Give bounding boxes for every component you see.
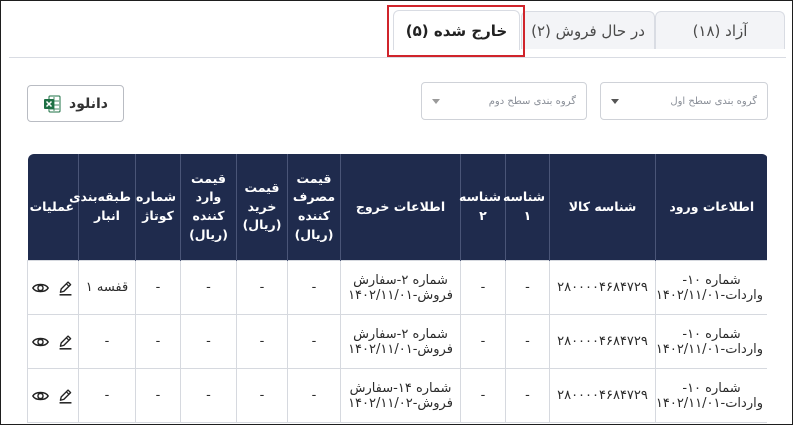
table-row: شماره ۱۰-واردات-۱۴۰۲/۱۱/۰۱ ۲۸۰۰۰۰۴۶۸۴۷۲۹…	[27, 260, 767, 315]
purchase-price: -	[236, 260, 288, 315]
active-tab-highlight	[387, 5, 525, 57]
caret-down-icon	[432, 98, 440, 104]
id1: -	[505, 260, 550, 315]
table-header-row: اطلاعات ورود شناسه کالا شناسه ۱ شناسه ۲ …	[27, 154, 767, 261]
group-level2-select[interactable]: گروه بندی سطح دوم	[421, 82, 587, 120]
inventory-table: اطلاعات ورود شناسه کالا شناسه ۱ شناسه ۲ …	[27, 154, 767, 424]
purchase-price: -	[236, 314, 288, 369]
col-header: طبقه‌بندی انبار	[69, 154, 136, 261]
tab-divider	[9, 57, 786, 58]
col-header: اطلاعات ورود	[655, 154, 767, 261]
col-header: شناسه ۱	[503, 154, 550, 261]
tab-free[interactable]: آزاد (۱۸)	[655, 11, 785, 49]
exit-info: شماره ۲-سفارش فروش-۱۴۰۲/۱۱/۰۱	[340, 260, 461, 315]
operations	[27, 368, 79, 423]
group-level1-placeholder: گروه بندی سطح اول	[670, 95, 757, 107]
table-row: شماره ۱۰-واردات-۱۴۰۲/۱۱/۰۱ ۲۸۰۰۰۰۴۶۸۴۷۲۹…	[27, 368, 767, 423]
entry-info: شماره ۱۰-واردات-۱۴۰۲/۱۱/۰۱	[655, 260, 767, 315]
id2: -	[460, 260, 506, 315]
storage-class: -	[78, 314, 136, 369]
table-row: شماره ۱۰-واردات-۱۴۰۲/۱۱/۰۱ ۲۸۰۰۰۰۴۶۸۴۷۲۹…	[27, 314, 767, 369]
download-button[interactable]: دانلود	[27, 85, 124, 122]
tab-on-sale-label: در حال فروش (۲)	[531, 21, 645, 40]
consumer-price: -	[287, 260, 341, 315]
col-header: شناسه کالا	[549, 154, 656, 261]
importer-price: -	[180, 314, 237, 369]
exit-info: شماره ۲-سفارش فروش-۱۴۰۲/۱۱/۰۱	[340, 314, 461, 369]
tab-on-sale[interactable]: در حال فروش (۲)	[521, 11, 655, 49]
tab-free-label: آزاد (۱۸)	[692, 21, 748, 40]
excel-icon	[44, 95, 61, 112]
download-label: دانلود	[69, 95, 108, 112]
consumer-price: -	[287, 368, 341, 423]
sku: ۲۸۰۰۰۰۴۶۸۴۷۲۹	[549, 314, 656, 369]
col-header: عملیات	[27, 154, 79, 261]
sku: ۲۸۰۰۰۰۴۶۸۴۷۲۹	[549, 260, 656, 315]
purchase-price: -	[236, 368, 288, 423]
view-eye-icon[interactable]	[32, 387, 49, 405]
exit-info: شماره ۱۴-سفارش فروش-۱۴۰۲/۱۱/۰۲	[340, 368, 461, 423]
col-header: قیمت خرید (ریال)	[236, 154, 288, 261]
col-header: قیمت وارد کننده (ریال)	[180, 154, 237, 261]
cotage-number: -	[135, 368, 181, 423]
col-header: شماره کوتاژ	[135, 154, 181, 261]
caret-down-icon	[611, 98, 619, 104]
cotage-number: -	[135, 260, 181, 315]
operations	[27, 314, 79, 369]
cotage-number: -	[135, 314, 181, 369]
id2: -	[460, 314, 506, 369]
id2: -	[460, 368, 506, 423]
edit-pencil-icon[interactable]	[57, 387, 74, 405]
view-eye-icon[interactable]	[32, 279, 49, 297]
entry-info: شماره ۱۰-واردات-۱۴۰۲/۱۱/۰۱	[655, 314, 767, 369]
sku: ۲۸۰۰۰۰۴۶۸۴۷۲۹	[549, 368, 656, 423]
edit-pencil-icon[interactable]	[57, 279, 74, 297]
importer-price: -	[180, 260, 237, 315]
operations	[27, 260, 79, 315]
storage-class: -	[78, 368, 136, 423]
id1: -	[505, 368, 550, 423]
col-header: اطلاعات خروج	[340, 154, 461, 261]
view-eye-icon[interactable]	[32, 333, 49, 351]
consumer-price: -	[287, 314, 341, 369]
group-level2-placeholder: گروه بندی سطح دوم	[488, 95, 576, 107]
col-header: قیمت مصرف کننده (ریال)	[287, 154, 341, 261]
storage-class: قفسه ۱	[78, 260, 136, 315]
edit-pencil-icon[interactable]	[57, 333, 74, 351]
importer-price: -	[180, 368, 237, 423]
col-header: شناسه ۲	[459, 154, 506, 261]
app-frame: آزاد (۱۸) در حال فروش (۲) خارج شده (۵) د…	[0, 0, 793, 425]
group-level1-select[interactable]: گروه بندی سطح اول	[600, 82, 768, 120]
entry-info: شماره ۱۰-واردات-۱۴۰۲/۱۱/۰۱	[655, 368, 767, 423]
id1: -	[505, 314, 550, 369]
